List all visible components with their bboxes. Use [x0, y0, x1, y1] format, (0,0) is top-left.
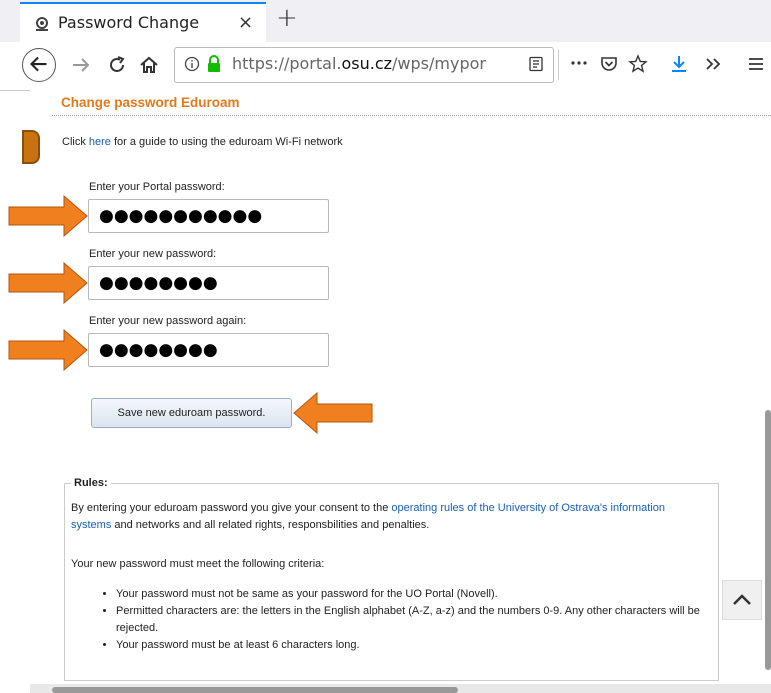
- page-title: Change password Eduroam: [61, 95, 240, 110]
- new-password-field[interactable]: ●●●●●●●●: [88, 266, 329, 300]
- annotation-arrow-right-2: [8, 262, 88, 304]
- side-tab-handle[interactable]: [22, 130, 40, 164]
- pocket-icon[interactable]: [600, 55, 618, 73]
- heading-divider: [52, 115, 771, 116]
- more-icon[interactable]: [570, 60, 588, 66]
- criteria-item: Permitted characters are: the letters in…: [116, 603, 714, 637]
- horizontal-scrollbar[interactable]: [52, 687, 458, 693]
- criteria-list: Your password must not be same as your p…: [98, 586, 714, 654]
- guide-prefix: Click: [62, 136, 89, 148]
- hamburger-icon[interactable]: [748, 57, 764, 71]
- new-password-value: ●●●●●●●●: [99, 273, 218, 293]
- back-button[interactable]: [22, 48, 56, 82]
- url-path: /wps/mypor: [392, 54, 486, 73]
- guide-link[interactable]: here: [89, 136, 111, 148]
- info-icon[interactable]: [184, 56, 200, 72]
- criteria-item: Your password must be at least 6 charact…: [116, 637, 714, 654]
- consent-prefix: By entering your eduroam password you gi…: [71, 502, 392, 514]
- reader-icon[interactable]: [528, 56, 544, 72]
- chevron-up-icon: [733, 594, 751, 605]
- download-icon[interactable]: [670, 54, 688, 74]
- annotation-arrow-right-1: [8, 195, 88, 237]
- overflow-icon[interactable]: [704, 56, 722, 72]
- close-tab-icon[interactable]: ×: [238, 12, 253, 33]
- vertical-scrollbar[interactable]: [765, 410, 771, 670]
- guide-suffix: for a guide to using the eduroam Wi-Fi n…: [110, 136, 343, 148]
- url-prefix: https://portal.: [232, 54, 342, 73]
- consent-suffix: and networks and all related rights, res…: [111, 519, 430, 531]
- confirm-password-label: Enter your new password again:: [89, 315, 247, 327]
- annotation-arrow-right-3: [8, 329, 88, 371]
- url-domain: osu.cz: [341, 54, 393, 73]
- toolbar-divider: [558, 50, 559, 80]
- new-tab-button[interactable]: +: [276, 3, 298, 33]
- arrow-left-icon: [30, 56, 47, 72]
- rules-legend: Rules:: [71, 477, 111, 489]
- star-icon[interactable]: [628, 54, 648, 74]
- home-icon[interactable]: [138, 54, 160, 76]
- url-text[interactable]: https://portal.osu.cz/wps/mypor: [232, 54, 497, 73]
- browser-tab[interactable]: Password Change ×: [20, 2, 266, 42]
- new-password-label: Enter your new password:: [89, 248, 217, 260]
- lock-icon[interactable]: [206, 55, 222, 73]
- portal-password-field[interactable]: ●●●●●●●●●●●: [88, 199, 329, 233]
- rules-consent: By entering your eduroam password you gi…: [71, 500, 701, 534]
- guide-text: Click here for a guide to using the edur…: [62, 136, 343, 148]
- save-password-button[interactable]: Save new eduroam password.: [91, 398, 292, 428]
- portal-password-label: Enter your Portal password:: [89, 181, 225, 193]
- criteria-item: Your password must not be same as your p…: [116, 586, 714, 603]
- scroll-to-top-button[interactable]: [722, 580, 762, 620]
- arrow-right-icon[interactable]: [70, 54, 92, 76]
- favicon-icon: [36, 17, 48, 31]
- portal-password-value: ●●●●●●●●●●●: [99, 206, 263, 226]
- tab-title: Password Change: [58, 13, 200, 32]
- confirm-password-field[interactable]: ●●●●●●●●: [88, 333, 329, 367]
- reload-icon[interactable]: [106, 54, 128, 76]
- confirm-password-value: ●●●●●●●●: [99, 340, 218, 360]
- annotation-arrow-left: [293, 392, 373, 434]
- criteria-intro: Your new password must meet the followin…: [71, 558, 325, 570]
